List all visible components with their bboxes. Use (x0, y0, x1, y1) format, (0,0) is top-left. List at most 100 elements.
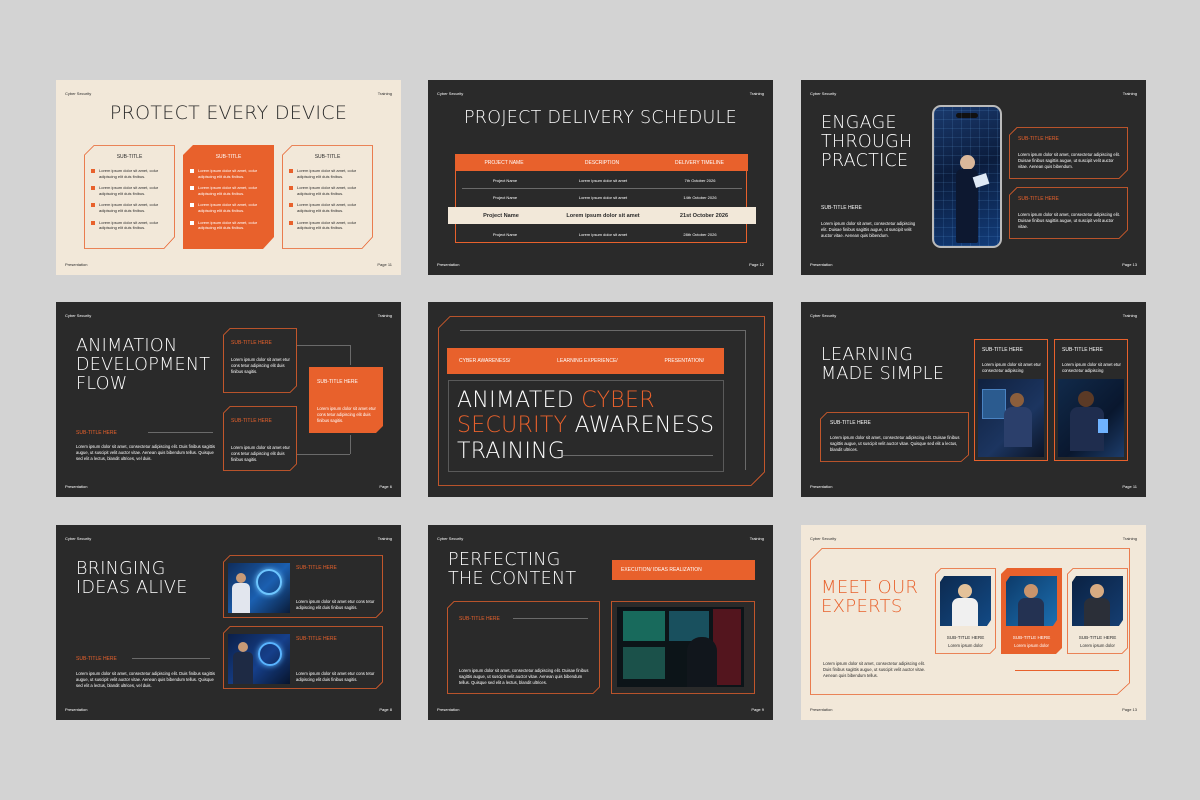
slide-header-right: Training (749, 91, 764, 96)
connector-line (297, 454, 350, 455)
slide-meet-our-experts[interactable]: Cyber Security Training MEET OUR EXPERTS … (801, 525, 1146, 720)
phone-image (932, 105, 1002, 248)
tag-bar: EXECUTION/ IDEAS REALIZATION (612, 560, 755, 580)
flow-box-body: Lorem ipsum dolor sit amet etur cons tet… (231, 357, 290, 375)
slide-header-right: Training (749, 536, 764, 541)
page-number: Page 6 (379, 484, 392, 489)
tag-label: CYBER AWARENESS/ (459, 358, 511, 364)
page-number: Page 11 (377, 262, 392, 267)
bullet-item: Lorem ipsum dolor sit amet, colur adipis… (190, 220, 270, 231)
divider-line (1015, 670, 1119, 671)
table-row: Project Name Lorem ipsum dolor sit amet … (456, 192, 748, 202)
card-bullets: Lorem ipsum dolor sit amet, colur adipis… (91, 168, 171, 237)
card-bullets: Lorem ipsum dolor sit amet, colur adipis… (190, 168, 270, 237)
slide-title: ANIMATION DEVELOPMENT FLOW (76, 336, 211, 394)
person-figure (960, 155, 975, 170)
card-subtitle: SUB-TITLE HERE (459, 616, 500, 622)
slide-protect-every-device[interactable]: Cyber Security Training PROTECT EVERY DE… (56, 80, 401, 275)
card-subtitle: SUB-TITLE (215, 154, 242, 160)
page-number: Page 8 (379, 707, 392, 712)
learner-image (1058, 379, 1124, 457)
slide-bringing-ideas-alive[interactable]: Cyber Security Training BRINGING IDEAS AL… (56, 525, 401, 720)
bullet-item: Lorem ipsum dolor sit amet, colur adipis… (91, 168, 171, 179)
slide-learning-made-simple[interactable]: Cyber Security Training LEARNING MADE SIM… (801, 302, 1146, 497)
expert-photo (1006, 576, 1057, 626)
analyst-image (617, 607, 744, 687)
slide-header-right: Training (377, 91, 392, 96)
card-subtitle: SUB-TITLE HERE (1062, 347, 1103, 353)
page-number: Page 9 (751, 707, 764, 712)
card-subtitle: SUB-TITLE HERE (1018, 136, 1059, 142)
slide-title: MEET OUR EXPERTS (821, 577, 919, 618)
table-cell: Project Name (483, 212, 519, 219)
subtitle: SUB-TITLE HERE (76, 656, 117, 662)
slide-footer-left: Presentation (65, 484, 88, 489)
table-row: Project Name Lorem ipsum dolor sit amet … (456, 175, 748, 185)
row-divider (462, 188, 742, 189)
table-cell: 14th October 2026 (683, 194, 717, 200)
slide-footer-left: Presentation (810, 484, 833, 489)
bullet-item: Lorem ipsum dolor sit amet, colur adipis… (289, 168, 369, 179)
slide-title: BRINGING IDEAS ALIVE (76, 559, 188, 598)
column-header: PROJECT NAME (484, 159, 524, 166)
slide-header-left: Cyber Security (810, 313, 837, 318)
expert-subtitle: SUB-TITLE HERE (1078, 635, 1117, 640)
slide-engage-through-practice[interactable]: Cyber Security Training ENGAGE THROUGH PRA… (801, 80, 1146, 275)
column-header: DELIVERY TIMELINE (675, 159, 724, 166)
expert-caption: Lorem ipsum dolor (948, 643, 983, 648)
card-body: Lorem ipsum dolor sit amet etur consecte… (982, 362, 1041, 374)
table-cell: Lorem ipsum dolor sit amet (566, 212, 640, 219)
table-cell: Project Name (492, 231, 518, 237)
decor-line (745, 330, 746, 470)
presenter-image (228, 563, 290, 613)
flow-box-subtitle: SUB-TITLE HERE (231, 418, 272, 424)
card-body: Lorem ipsum dolor sit amet, consectetur … (1018, 152, 1120, 170)
decor-line (563, 455, 713, 456)
slide-header-left: Cyber Security (437, 536, 464, 541)
card-body: Lorem ipsum dolor sit amet, consectetur … (459, 668, 589, 686)
table-cell: Project Name (492, 194, 518, 200)
tag-label: EXECUTION/ IDEAS REALIZATION (621, 567, 702, 573)
bullet-item: Lorem ipsum dolor sit amet, colur adipis… (91, 220, 171, 231)
slide-perfecting-the-content[interactable]: Cyber Security Training PERFECTING THE CO… (428, 525, 773, 720)
card-subtitle: SUB-TITLE HERE (296, 636, 337, 642)
slide-footer-left: Presentation (437, 262, 460, 267)
table-cell: Lorem ipsum dolor sit amet (578, 194, 628, 200)
slide-title: PROTECT EVERY DEVICE (109, 102, 348, 124)
bullet-item: Lorem ipsum dolor sit amet, colur adipis… (190, 168, 270, 179)
bullet-item: Lorem ipsum dolor sit amet, colur adipis… (91, 202, 171, 213)
slide-header-left: Cyber Security (65, 536, 92, 541)
bullet-item: Lorem ipsum dolor sit amet, colur adipis… (289, 220, 369, 231)
table-cell: 7th October 2026 (684, 177, 716, 183)
table-cell: 28th October 2026 (683, 231, 717, 237)
card-subtitle: SUB-TITLE HERE (830, 420, 871, 426)
slide-header-left: Cyber Security (65, 313, 92, 318)
slide-footer-left: Presentation (810, 262, 833, 267)
card-subtitle: SUB-TITLE HERE (296, 565, 337, 571)
body-text: Lorem ipsum dolor sit amet, consectetur … (76, 444, 215, 462)
expert-photo (1072, 576, 1123, 626)
connector-line (350, 435, 351, 454)
slide-header-right: Training (1122, 536, 1137, 541)
table-cell: Project Name (492, 177, 518, 183)
bullet-item: Lorem ipsum dolor sit amet, colur adipis… (289, 185, 369, 196)
page-number: Page 13 (1122, 262, 1137, 267)
subtitle: SUB-TITLE HERE (76, 430, 117, 436)
slide-title: LEARNING MADE SIMPLE (821, 345, 945, 384)
expert-subtitle: SUB-TITLE HERE (946, 635, 985, 640)
tag-label: LEARNING EXPERIENCE/ (557, 358, 618, 364)
slide-project-delivery-schedule[interactable]: Cyber Security Training PROJECT DELIVERY… (428, 80, 773, 275)
page-number: Page 12 (749, 262, 764, 267)
page-number: Page 11 (1122, 484, 1137, 489)
slide-header-right: Training (1122, 91, 1137, 96)
slide-animation-development-flow[interactable]: Cyber Security Training ANIMATION DEVELOP… (56, 302, 401, 497)
slide-header-left: Cyber Security (437, 91, 464, 96)
card-subtitle: SUB-TITLE (116, 154, 143, 160)
divider-line (148, 432, 213, 433)
subtitle: SUB-TITLE HERE (821, 205, 862, 211)
slide-header-right: Training (377, 536, 392, 541)
table-row: Project Name Lorem ipsum dolor sit amet … (456, 229, 748, 239)
tag-label: PRESENTATION/ (664, 358, 704, 364)
bullet-item: Lorem ipsum dolor sit amet, colur adipis… (190, 202, 270, 213)
slide-title-cover[interactable]: CYBER AWARENESS/ LEARNING EXPERIENCE/ PR… (428, 302, 773, 497)
